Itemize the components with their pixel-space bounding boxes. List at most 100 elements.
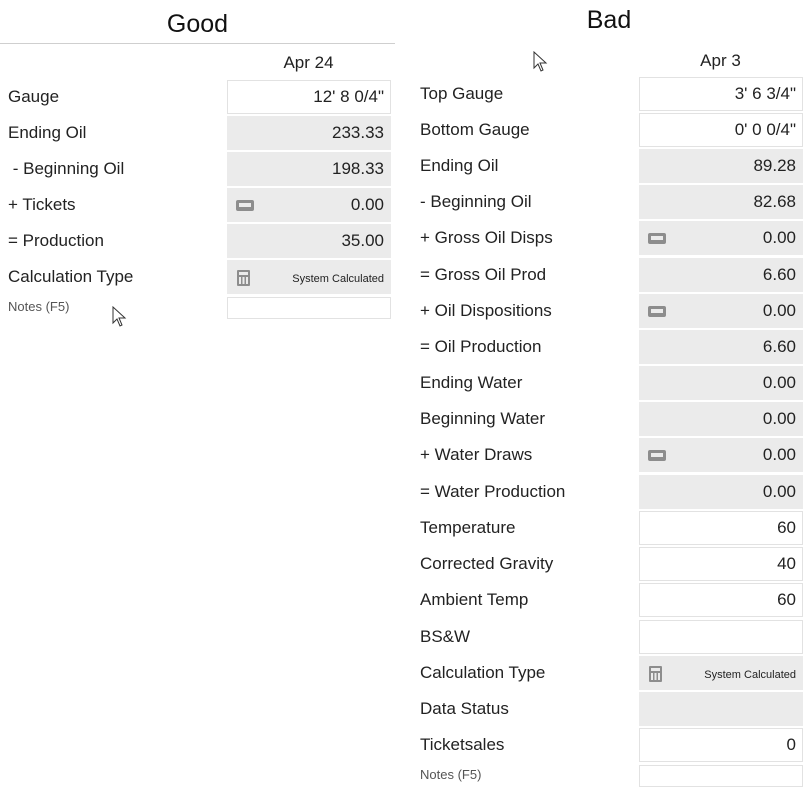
gross-oil-prod-label: = Gross Oil Prod bbox=[420, 265, 547, 284]
beginning-oil-label: - Beginning Oil bbox=[420, 192, 532, 211]
temperature-field[interactable]: 60 bbox=[639, 511, 803, 545]
ending-oil-row: Ending Oil 233.33 bbox=[8, 116, 391, 150]
notes-row: Notes (F5) bbox=[8, 297, 391, 319]
gauge-label: Gauge bbox=[8, 87, 60, 106]
water-draws-label: + Water Draws bbox=[420, 445, 533, 464]
oil-dispositions-field[interactable]: 0.00 bbox=[639, 294, 803, 328]
calculator-icon[interactable] bbox=[237, 270, 250, 286]
production-row: = Production 35.00 bbox=[8, 224, 391, 258]
tickets-value: 0.00 bbox=[350, 195, 384, 214]
oil-production-row: = Oil Production 6.60 bbox=[420, 330, 803, 364]
ticket-icon[interactable] bbox=[648, 233, 666, 244]
corrected-gravity-label: Corrected Gravity bbox=[420, 554, 554, 573]
water-production-value: 0.00 bbox=[639, 475, 803, 509]
water-draws-row: + Water Draws 0.00 bbox=[420, 438, 803, 472]
beginning-oil-row: - Beginning Oil 82.68 bbox=[420, 185, 803, 219]
gross-oil-disps-label: + Gross Oil Disps bbox=[420, 228, 553, 247]
bottom-gauge-field[interactable]: 0' 0 0/4" bbox=[639, 113, 803, 147]
corrected-gravity-row: Corrected Gravity 40 bbox=[420, 547, 803, 581]
calculation-type-field[interactable]: System Calculated bbox=[639, 656, 803, 690]
bsw-field[interactable] bbox=[639, 620, 803, 654]
ticketsales-row: Ticketsales 0 bbox=[420, 728, 803, 762]
oil-dispositions-label: + Oil Dispositions bbox=[420, 301, 552, 320]
oil-production-value: 6.60 bbox=[639, 330, 803, 364]
water-draws-value: 0.00 bbox=[762, 445, 796, 464]
good-panel: Good Apr 24 Gauge 12' 8 0/4" Ending Oil … bbox=[0, 0, 395, 800]
date-header: Apr 3 bbox=[700, 51, 741, 70]
calculation-type-value: System Calculated bbox=[292, 273, 384, 285]
beginning-water-value: 0.00 bbox=[639, 402, 803, 436]
ambient-temp-label: Ambient Temp bbox=[420, 590, 529, 609]
bottom-gauge-label: Bottom Gauge bbox=[420, 120, 530, 139]
calculation-type-label: Calculation Type bbox=[8, 267, 134, 286]
ambient-temp-row: Ambient Temp 60 bbox=[420, 583, 803, 617]
notes-row: Notes (F5) bbox=[420, 765, 803, 787]
oil-dispositions-row: + Oil Dispositions 0.00 bbox=[420, 294, 803, 328]
top-gauge-row: Top Gauge 3' 6 3/4" bbox=[420, 77, 803, 111]
calculation-type-value: System Calculated bbox=[704, 669, 796, 681]
tickets-field[interactable]: 0.00 bbox=[227, 188, 391, 222]
gauge-row: Gauge 12' 8 0/4" bbox=[8, 80, 391, 114]
bottom-gauge-row: Bottom Gauge 0' 0 0/4" bbox=[420, 113, 803, 147]
calculation-type-label: Calculation Type bbox=[420, 663, 546, 682]
bsw-label: BS&W bbox=[420, 627, 471, 646]
top-gauge-label: Top Gauge bbox=[420, 84, 504, 103]
corrected-gravity-field[interactable]: 40 bbox=[639, 547, 803, 581]
beginning-water-label: Beginning Water bbox=[420, 409, 546, 428]
data-status-label: Data Status bbox=[420, 699, 509, 718]
water-production-label: = Water Production bbox=[420, 482, 566, 501]
ending-water-label: Ending Water bbox=[420, 373, 523, 392]
top-gauge-field[interactable]: 3' 6 3/4" bbox=[639, 77, 803, 111]
bsw-row: BS&W bbox=[420, 620, 803, 654]
divider bbox=[0, 43, 395, 44]
production-value: 35.00 bbox=[227, 224, 391, 258]
ending-oil-label: Ending Oil bbox=[420, 156, 499, 175]
calculator-icon[interactable] bbox=[649, 666, 662, 682]
temperature-row: Temperature 60 bbox=[420, 511, 803, 545]
gauge-field[interactable]: 12' 8 0/4" bbox=[227, 80, 391, 114]
ending-oil-row: Ending Oil 89.28 bbox=[420, 149, 803, 183]
water-draws-field[interactable]: 0.00 bbox=[639, 438, 803, 472]
ticketsales-label: Ticketsales bbox=[420, 735, 505, 754]
beginning-oil-value: 82.68 bbox=[639, 185, 803, 219]
ending-water-value: 0.00 bbox=[639, 366, 803, 400]
ticketsales-field[interactable]: 0 bbox=[639, 728, 803, 762]
beginning-water-row: Beginning Water 0.00 bbox=[420, 402, 803, 436]
ending-water-row: Ending Water 0.00 bbox=[420, 366, 803, 400]
date-header: Apr 24 bbox=[283, 53, 334, 72]
gross-oil-disps-value: 0.00 bbox=[762, 228, 796, 247]
panel-title: Good bbox=[166, 10, 229, 38]
calculation-type-row: Calculation Type System Calculated bbox=[8, 260, 391, 294]
calculation-type-row: Calculation Type System Calculated bbox=[420, 656, 803, 690]
production-label: = Production bbox=[8, 231, 104, 250]
data-status-row: Data Status bbox=[420, 692, 803, 726]
notes-label: Notes (F5) bbox=[420, 767, 482, 782]
oil-production-label: = Oil Production bbox=[420, 337, 542, 356]
calculation-type-field[interactable]: System Calculated bbox=[227, 260, 391, 294]
ticket-icon[interactable] bbox=[236, 200, 254, 211]
panel-title: Bad bbox=[586, 6, 632, 34]
notes-field[interactable] bbox=[639, 765, 803, 787]
temperature-label: Temperature bbox=[420, 518, 516, 537]
gross-oil-prod-row: = Gross Oil Prod 6.60 bbox=[420, 258, 803, 292]
ticket-icon[interactable] bbox=[648, 450, 666, 461]
water-production-row: = Water Production 0.00 bbox=[420, 475, 803, 509]
tickets-row: + Tickets 0.00 bbox=[8, 188, 391, 222]
beginning-oil-label: - Beginning Oil bbox=[8, 159, 125, 178]
data-status-value bbox=[639, 692, 803, 726]
ending-oil-label: Ending Oil bbox=[8, 123, 87, 142]
gross-oil-disps-field[interactable]: 0.00 bbox=[639, 221, 803, 255]
ambient-temp-field[interactable]: 60 bbox=[639, 583, 803, 617]
bad-panel: Bad Apr 3 Top Gauge 3' 6 3/4" Bottom Gau… bbox=[410, 0, 808, 800]
notes-field[interactable] bbox=[227, 297, 391, 319]
ending-oil-value: 233.33 bbox=[227, 116, 391, 150]
gross-oil-disps-row: + Gross Oil Disps 0.00 bbox=[420, 221, 803, 255]
ending-oil-value: 89.28 bbox=[639, 149, 803, 183]
beginning-oil-value: 198.33 bbox=[227, 152, 391, 186]
tickets-label: + Tickets bbox=[8, 195, 76, 214]
notes-label: Notes (F5) bbox=[8, 299, 70, 314]
ticket-icon[interactable] bbox=[648, 306, 666, 317]
oil-dispositions-value: 0.00 bbox=[762, 301, 796, 320]
beginning-oil-row: - Beginning Oil 198.33 bbox=[8, 152, 391, 186]
gross-oil-prod-value: 6.60 bbox=[639, 258, 803, 292]
